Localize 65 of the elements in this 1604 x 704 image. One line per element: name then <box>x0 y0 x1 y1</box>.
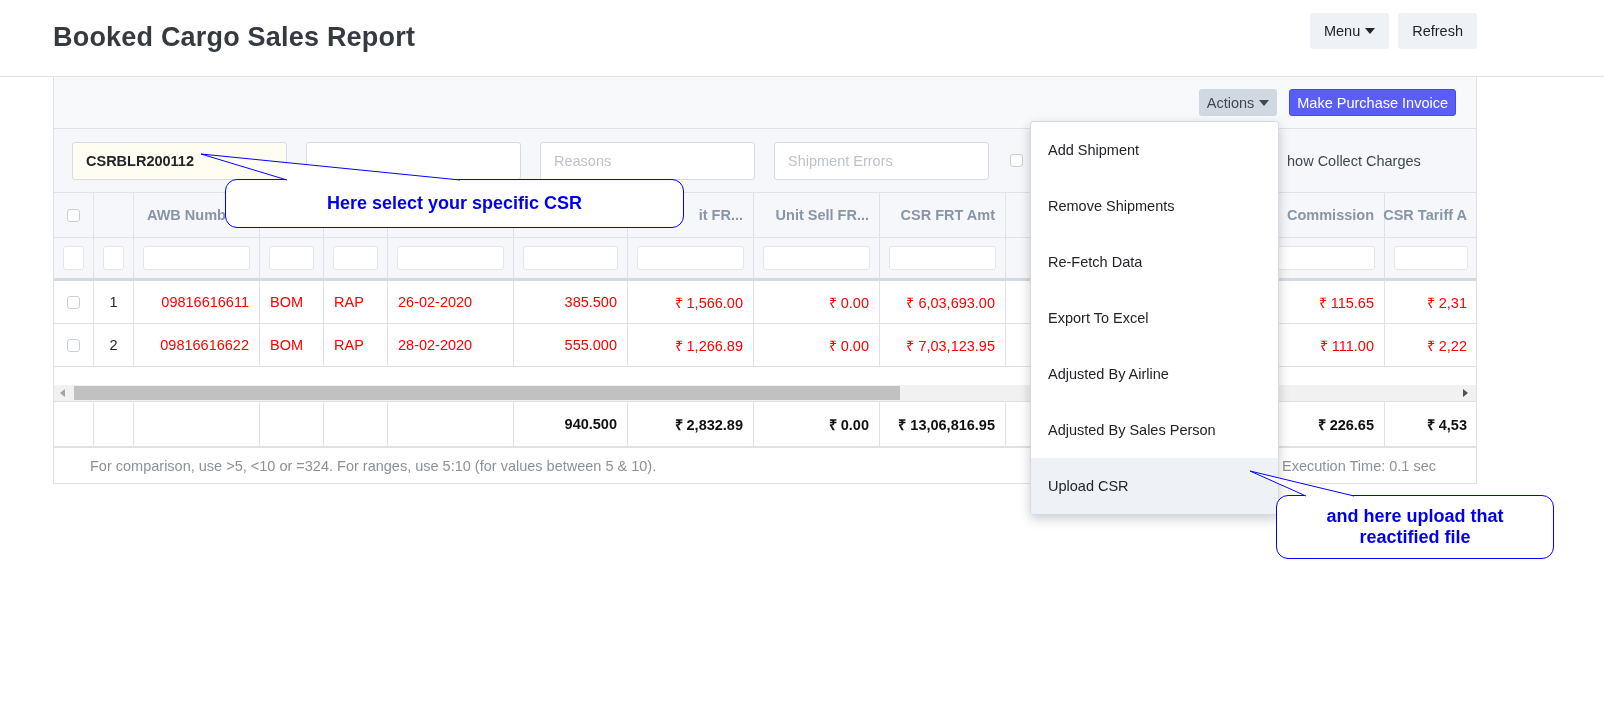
table-cell-text: ₹ 2,31 <box>1426 294 1467 312</box>
table-cell-text: ₹ 0.00 <box>828 337 869 355</box>
column-filter-field[interactable] <box>63 246 84 270</box>
filter-field[interactable]: Reasons <box>540 141 755 180</box>
caret-icon <box>1365 28 1376 34</box>
table-cell: BOM <box>270 294 304 310</box>
header-button[interactable]: Refresh <box>1398 13 1477 49</box>
total-cell-text: ₹ 13,06,816.95 <box>898 416 995 434</box>
table-cell-text: ₹ 2,22 <box>1426 337 1467 355</box>
checkbox[interactable] <box>67 295 80 309</box>
filter-hint: For comparison, use >5, <10 or =324. For ranges, use 5:10 (for values between 5 & 10). <box>90 457 657 474</box>
table-cell: 555.000 <box>564 337 617 353</box>
menu-item[interactable]: Adjusted By Sales Person <box>1031 402 1278 458</box>
execution-time: Execution Time: 0.1 sec <box>1282 457 1436 474</box>
column-filter-field[interactable] <box>269 246 314 270</box>
total-cell: 940.500 <box>564 416 617 432</box>
menu-item[interactable]: Upload CSR <box>1031 458 1278 514</box>
checkbox[interactable] <box>67 338 80 352</box>
table-cell-text: ₹ 1,266.89 <box>674 337 743 355</box>
table-cell: BOM <box>270 337 304 353</box>
right-arrow-icon[interactable] <box>1463 389 1468 397</box>
column-filter-field[interactable] <box>523 246 618 270</box>
table-cell-text: ₹ 7,03,123.95 <box>906 337 995 355</box>
table-cell: 26-02-2020 <box>398 294 473 310</box>
total-cell-text: ₹ 0.00 <box>828 416 869 434</box>
checkbox[interactable] <box>1010 154 1023 167</box>
left-arrow-icon[interactable] <box>60 389 65 397</box>
column-filter-field[interactable] <box>143 246 250 270</box>
table-cell-text: ₹ 111.00 <box>1319 337 1374 355</box>
checkbox-label: how Collect Charges <box>1287 152 1421 169</box>
column-filter-field[interactable] <box>397 246 504 270</box>
menu-item[interactable]: Adjusted By Airline <box>1031 346 1278 402</box>
table-cell: RAP <box>334 337 364 353</box>
table-cell: 1 <box>109 294 118 310</box>
column-filter-field[interactable] <box>889 246 996 270</box>
filter-field[interactable]: Shipment Errors <box>774 141 989 180</box>
column-filter-field[interactable] <box>333 246 378 270</box>
column-filter-field[interactable] <box>103 246 124 270</box>
table-cell-text: ₹ 6,03,693.00 <box>906 294 995 312</box>
table-cell: 385.500 <box>564 294 617 310</box>
table-cell-text: ₹ 0.00 <box>828 294 869 312</box>
header-button[interactable]: Menu <box>1309 13 1390 49</box>
menu-item[interactable]: Add Shipment <box>1031 122 1278 178</box>
table-cell: 09816616611 <box>161 294 249 310</box>
filter-field[interactable]: CSRBLR200112 <box>72 141 287 180</box>
table-cell: 2 <box>109 337 118 353</box>
table-cell-text: ₹ 1,566.00 <box>674 294 743 312</box>
table-cell: 28-02-2020 <box>398 337 473 353</box>
total-cell-text: ₹ 226.65 <box>1317 416 1374 434</box>
caret-icon <box>1259 99 1270 106</box>
table-cell-text: ₹ 115.65 <box>1318 294 1374 312</box>
primary-button[interactable]: Make Purchase Invoice <box>1289 89 1456 116</box>
column-filter-field[interactable] <box>763 246 870 270</box>
checkbox[interactable] <box>67 208 80 222</box>
column-filter-field[interactable] <box>637 246 744 270</box>
column-filter-field[interactable] <box>1394 246 1468 270</box>
menu-item[interactable]: Remove Shipments <box>1031 178 1278 234</box>
total-cell-text: ₹ 2,832.89 <box>674 416 743 434</box>
table-cell: 09816616622 <box>160 337 249 353</box>
menu-item[interactable]: Export To Excel <box>1031 290 1278 346</box>
page-title: Booked Cargo Sales Report <box>53 21 416 53</box>
table-cell: RAP <box>334 294 364 310</box>
actions-button[interactable]: Actions <box>1198 89 1278 116</box>
menu-item[interactable]: Re-Fetch Data <box>1031 234 1278 290</box>
total-cell-text: ₹ 4,53 <box>1426 416 1467 434</box>
